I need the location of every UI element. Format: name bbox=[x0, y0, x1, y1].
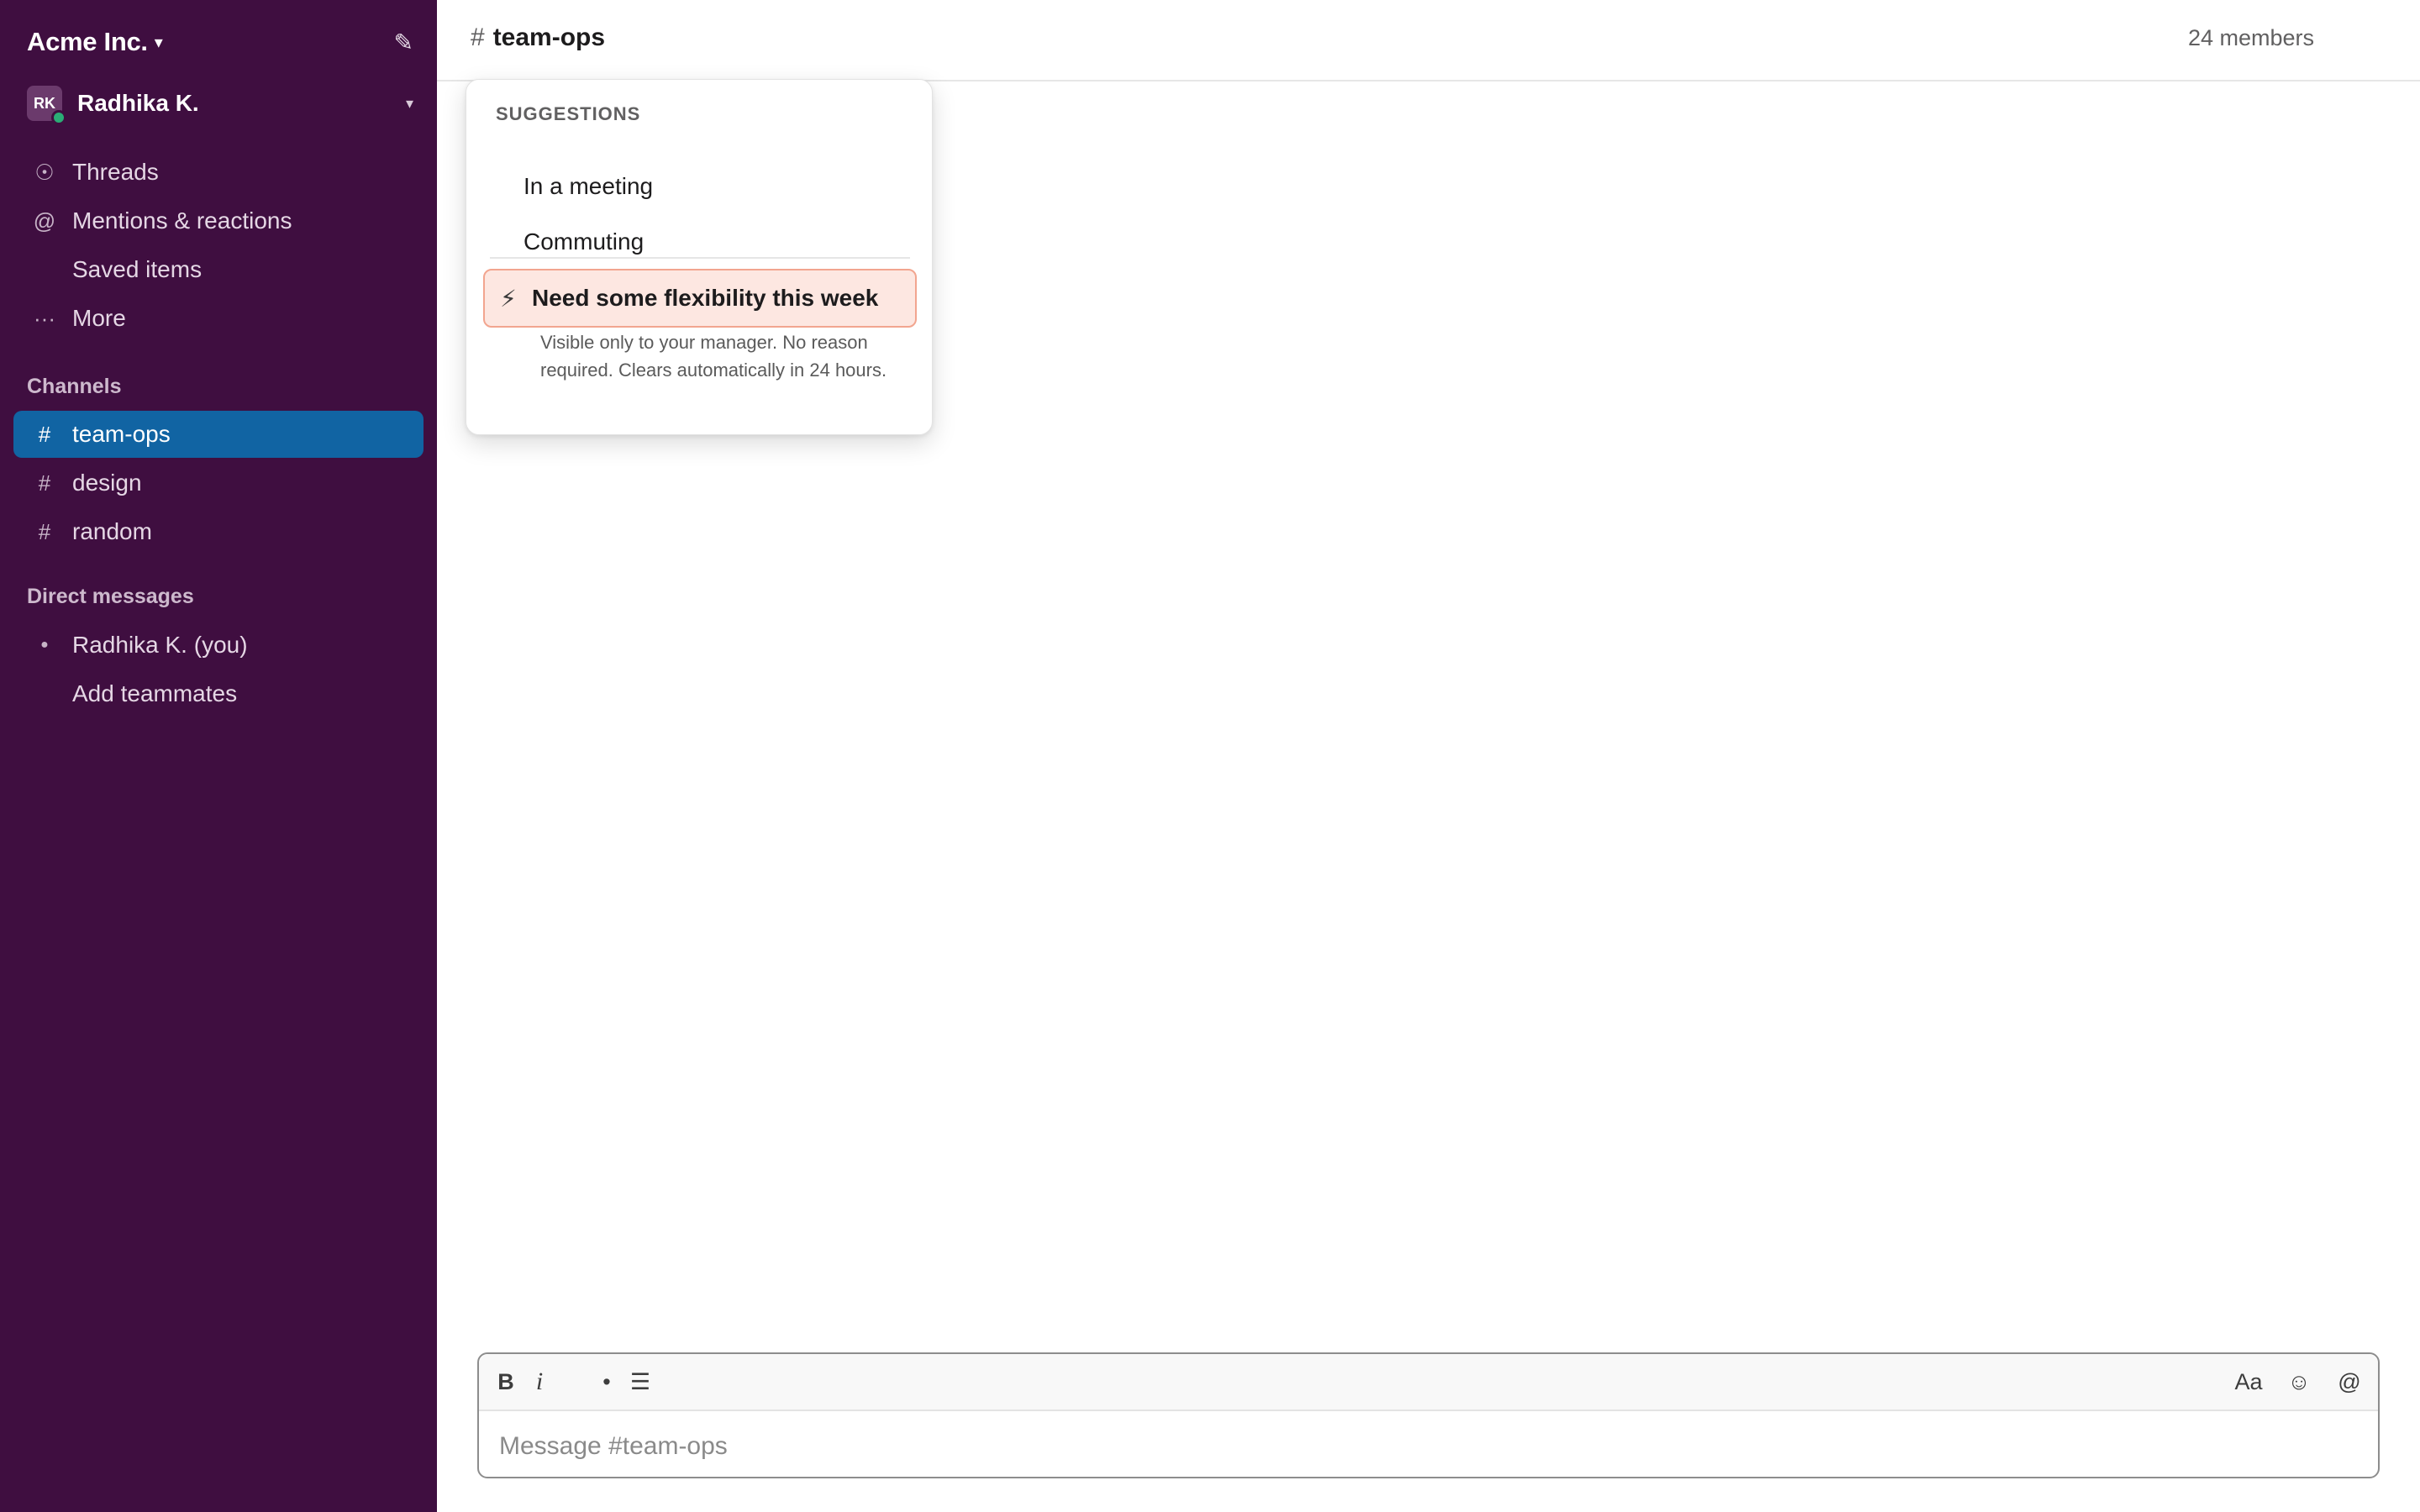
presence-dot-icon bbox=[51, 110, 66, 125]
sidebar-item-label: More bbox=[72, 305, 126, 331]
flexibility-option-description: Visible only to your manager. No reason … bbox=[540, 332, 887, 381]
toolbar-right: Aa ☺ @ bbox=[2217, 1369, 2368, 1395]
hash-icon: # bbox=[38, 421, 51, 447]
sidebar-item-dm-self[interactable]: ● Radhika K. (you) bbox=[13, 622, 424, 669]
presence-dot-icon: ● bbox=[40, 638, 49, 652]
user-status-button[interactable]: RK Radhika K. ▾ bbox=[27, 82, 413, 125]
bullet-icon[interactable]: • bbox=[590, 1369, 623, 1395]
suggestion-label: In a meeting bbox=[523, 173, 654, 199]
lightning-icon: ⚡ bbox=[500, 285, 517, 312]
channel-name: team-ops bbox=[492, 24, 606, 51]
suggestion-label: Commuting bbox=[523, 228, 644, 255]
format-button[interactable]: Aa bbox=[2230, 1369, 2267, 1395]
dms-section-title[interactable]: Direct messages bbox=[27, 585, 194, 609]
mention-icon[interactable]: @ bbox=[2331, 1369, 2368, 1395]
suggestion-in-a-meeting[interactable]: In a meeting bbox=[490, 165, 910, 208]
sidebar-item-team-ops[interactable]: # team-ops bbox=[13, 411, 424, 458]
sidebar-item-label: design bbox=[72, 470, 142, 496]
channels-section-title[interactable]: Channels bbox=[27, 375, 122, 399]
header-actions: 24 members bbox=[2188, 25, 2395, 51]
list-icon[interactable]: ☰ bbox=[623, 1369, 657, 1395]
sidebar-item-add-teammates[interactable]: Add teammates bbox=[13, 670, 424, 717]
hash-icon: # bbox=[38, 470, 51, 496]
user-name: Radhika K. bbox=[77, 90, 199, 116]
message-composer: B i • ☰ Aa ☺ @ bbox=[477, 1352, 2380, 1478]
sidebar-item-label: Radhika K. (you) bbox=[72, 632, 248, 658]
toolbar-left: B i • ☰ bbox=[489, 1368, 657, 1396]
more-icon: ··· bbox=[34, 305, 55, 331]
sidebar-item-label: random bbox=[72, 518, 152, 544]
members-count-button[interactable]: 24 members bbox=[2188, 25, 2314, 51]
hash-icon: # bbox=[471, 24, 485, 51]
channel-header: # team-ops 24 members bbox=[437, 0, 2420, 81]
workspace-header: Acme Inc. ▾ ✎ bbox=[27, 22, 413, 62]
threads-icon: ☉ bbox=[34, 159, 55, 185]
sidebar-item-label: Add teammates bbox=[72, 680, 238, 706]
channel-title-button[interactable]: # team-ops bbox=[471, 24, 605, 52]
sidebar-item-design[interactable]: # design bbox=[13, 459, 424, 507]
sidebar-item-random[interactable]: # random bbox=[13, 508, 424, 555]
compose-icon[interactable]: ✎ bbox=[394, 29, 413, 56]
hash-icon: # bbox=[38, 518, 51, 544]
sidebar-item-label: team-ops bbox=[72, 421, 171, 447]
bold-button[interactable]: B bbox=[489, 1369, 523, 1395]
flexibility-option-button[interactable]: ⚡ Need some flexibility this week bbox=[483, 269, 917, 328]
avatar-initials: RK bbox=[34, 94, 55, 112]
sidebar-item-mentions[interactable]: @ Mentions & reactions bbox=[13, 197, 424, 244]
divider bbox=[490, 257, 910, 259]
sidebar-item-label: Saved items bbox=[72, 256, 203, 282]
sidebar-item-threads[interactable]: ☉ Threads bbox=[13, 149, 424, 196]
status-suggestions-popover: SUGGESTIONS In a meeting Commuting ⚡ Nee… bbox=[466, 79, 933, 435]
workspace-switcher[interactable]: Acme Inc. ▾ bbox=[27, 27, 163, 57]
sidebar-item-more[interactable]: ··· More bbox=[13, 295, 424, 342]
workspace-name: Acme Inc. bbox=[27, 27, 148, 56]
italic-button[interactable]: i bbox=[523, 1368, 556, 1396]
message-input[interactable] bbox=[499, 1426, 2348, 1467]
chevron-down-icon: ▾ bbox=[154, 33, 163, 52]
at-icon: @ bbox=[33, 207, 56, 234]
sidebar-item-saved[interactable]: Saved items bbox=[13, 246, 424, 293]
sidebar-item-label: Mentions & reactions bbox=[72, 207, 292, 234]
flexibility-option-label: Need some flexibility this week bbox=[532, 285, 879, 311]
sidebar-item-label: Threads bbox=[72, 159, 159, 185]
chevron-down-icon: ▾ bbox=[405, 94, 413, 112]
avatar: RK bbox=[27, 86, 66, 125]
emoji-icon[interactable]: ☺ bbox=[2281, 1369, 2317, 1395]
sidebar: Acme Inc. ▾ ✎ RK Radhika K. ▾ ☉ Threads … bbox=[0, 0, 437, 1512]
suggestions-label: SUGGESTIONS bbox=[496, 103, 641, 124]
formatting-toolbar: B i • ☰ Aa ☺ @ bbox=[479, 1354, 2378, 1411]
